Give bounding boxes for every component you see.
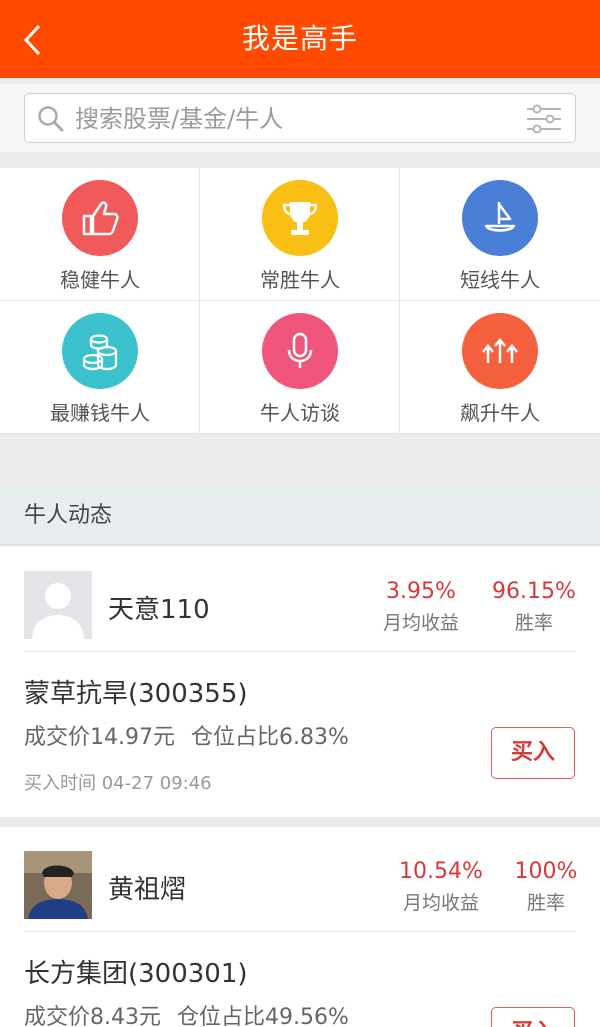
category-label: 最赚钱牛人	[50, 401, 150, 425]
search-bar: 搜索股票/基金/牛人	[0, 84, 600, 152]
avatar[interactable]	[24, 571, 92, 639]
category-label: 常胜牛人	[260, 268, 340, 292]
category-label: 稳健牛人	[60, 268, 140, 292]
position-ratio: 仓位占比6.83%	[190, 725, 349, 750]
stock-name[interactable]: 长方集团(300301)	[24, 953, 248, 990]
monthly-return-value: 10.54%	[399, 859, 483, 884]
thumbs-up-icon	[62, 180, 138, 256]
monthly-return-label: 月均收益	[402, 892, 479, 914]
category-most-profit[interactable]: 最赚钱牛人	[0, 301, 200, 434]
feed-card[interactable]: 黄祖熠 10.54% 月均收益 100% 胜率 长方集团(300301) 成交价…	[0, 827, 600, 1027]
win-rate-label: 胜率	[526, 892, 565, 914]
search-input[interactable]: 搜索股票/基金/牛人	[24, 93, 576, 143]
microphone-icon	[262, 313, 338, 389]
trade-price: 成交价14.97元	[24, 725, 175, 750]
trophy-icon	[262, 180, 338, 256]
monthly-return: 10.54% 月均收益	[392, 859, 490, 915]
page-title: 我是高手	[241, 22, 358, 55]
category-winning[interactable]: 常胜牛人	[200, 168, 400, 301]
trade-detail: 成交价8.43元 仓位占比49.56%	[24, 999, 365, 1027]
divider	[24, 931, 576, 932]
trade-price: 成交价8.43元	[24, 1005, 161, 1027]
monthly-return-label: 月均收益	[382, 612, 459, 634]
search-placeholder: 搜索股票/基金/牛人	[75, 105, 284, 133]
win-rate-value: 96.15%	[492, 579, 576, 604]
app-header: 我是高手	[0, 0, 600, 78]
section-title: 牛人动态	[24, 503, 113, 528]
category-label: 飙升牛人	[460, 401, 540, 425]
win-rate: 100% 胜率	[506, 859, 586, 915]
win-rate-value: 100%	[514, 859, 578, 884]
win-rate-label: 胜率	[514, 612, 553, 634]
section-header: 牛人动态	[0, 487, 600, 545]
divider	[24, 651, 576, 652]
monthly-return-value: 3.95%	[386, 579, 456, 604]
category-label: 短线牛人	[460, 268, 540, 292]
default-avatar-icon	[24, 571, 92, 639]
monthly-return: 3.95% 月均收益	[372, 579, 470, 635]
sailboat-icon	[462, 180, 538, 256]
user-name[interactable]: 黄祖熠	[108, 869, 186, 906]
coins-icon	[62, 313, 138, 389]
trade-detail: 成交价14.97元 仓位占比6.83%	[24, 719, 365, 751]
user-photo	[24, 851, 92, 919]
trade-time-label: 买入时间	[24, 773, 96, 794]
category-stable[interactable]: 稳健牛人	[0, 168, 200, 301]
category-shortterm[interactable]: 短线牛人	[400, 168, 600, 301]
position-ratio: 仓位占比49.56%	[177, 1005, 349, 1027]
win-rate: 96.15% 胜率	[484, 579, 584, 635]
category-label: 牛人访谈	[260, 401, 340, 425]
search-icon	[38, 106, 64, 132]
category-interview[interactable]: 牛人访谈	[200, 301, 400, 434]
stock-name[interactable]: 蒙草抗旱(300355)	[24, 673, 248, 710]
category-rising[interactable]: 飙升牛人	[400, 301, 600, 434]
category-grid: 稳健牛人 常胜牛人 短线牛人 最赚钱牛人 牛人访谈 飙升牛人	[0, 168, 600, 434]
buy-button[interactable]: 买入	[491, 1007, 575, 1027]
filter-icon[interactable]	[525, 104, 563, 134]
user-name[interactable]: 天意110	[108, 589, 210, 626]
arrows-up-icon	[462, 313, 538, 389]
feed-card[interactable]: 天意110 3.95% 月均收益 96.15% 胜率 蒙草抗旱(300355) …	[0, 547, 600, 817]
avatar[interactable]	[24, 851, 92, 919]
buy-button[interactable]: 买入	[491, 727, 575, 779]
trade-time: 买入时间 04-27 09:46	[24, 769, 212, 795]
trade-time-value: 04-27 09:46	[101, 773, 212, 794]
